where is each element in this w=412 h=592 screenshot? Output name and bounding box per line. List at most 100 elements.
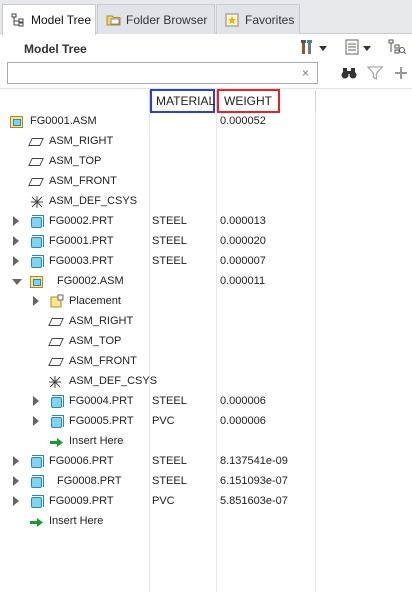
search-row: ×: [0, 60, 412, 86]
assembly-icon: [9, 114, 25, 130]
tab-folder-browser[interactable]: Folder Browser: [97, 4, 215, 34]
tree-row[interactable]: Placement: [0, 292, 412, 312]
item-label: ASM_TOP: [49, 155, 102, 167]
tree-row[interactable]: ASM_TOP: [0, 332, 412, 352]
coordinate-system-icon: [29, 194, 45, 210]
tree-row[interactable]: FG0006.PRT STEEL 8.137541e-09: [0, 452, 412, 472]
model-tree-icon: [11, 13, 25, 27]
collapse-arrow-icon[interactable]: [12, 279, 22, 285]
tree-row[interactable]: FG0005.PRT PVC 0.000006: [0, 412, 412, 432]
material-cell: STEEL: [152, 235, 187, 247]
settings-button[interactable]: [300, 38, 327, 58]
weight-cell: 0.000020: [220, 235, 266, 247]
tab-label: Folder Browser: [126, 12, 208, 27]
item-label: FG0001.PRT: [49, 235, 114, 247]
tree-row[interactable]: FG0001.ASM 0.000052: [0, 112, 412, 132]
material-column-header[interactable]: MATERIAL: [156, 94, 215, 108]
expand-arrow-icon[interactable]: [33, 296, 39, 306]
item-label: ASM_FRONT: [69, 355, 137, 367]
column-divider[interactable]: [315, 90, 316, 112]
tree-row[interactable]: FG0009.PRT PVC 5.851603e-07: [0, 492, 412, 512]
binoculars-icon[interactable]: [340, 64, 358, 82]
tree-row[interactable]: FG0008.PRT STEEL 6.151093e-07: [0, 472, 412, 492]
insert-arrow-icon: [50, 434, 66, 450]
datum-plane-icon: [28, 134, 45, 150]
item-label: FG0009.PRT: [49, 495, 114, 507]
column-header: MATERIAL WEIGHT: [0, 89, 412, 113]
tree-row[interactable]: FG0002.PRT STEEL 0.000013: [0, 212, 412, 232]
item-label: FG0008.PRT: [57, 475, 122, 487]
weight-cell: 0.000011: [220, 275, 266, 287]
tree-row[interactable]: FG0003.PRT STEEL 0.000007: [0, 252, 412, 272]
material-cell: STEEL: [152, 255, 187, 267]
folder-icon: [106, 13, 121, 27]
datum-plane-icon: [48, 334, 65, 350]
item-label: FG0001.ASM: [30, 115, 97, 127]
tab-label: Favorites: [245, 12, 295, 27]
part-icon: [29, 214, 45, 230]
expand-arrow-icon[interactable]: [33, 396, 39, 406]
expand-arrow-icon[interactable]: [13, 456, 19, 466]
tree-row[interactable]: ASM_FRONT: [0, 352, 412, 372]
weight-cell: 0.000006: [220, 395, 266, 407]
insert-arrow-icon: [30, 514, 46, 530]
tab-favorites[interactable]: Favorites: [216, 4, 300, 34]
tree-row[interactable]: FG0002.ASM 0.000011: [0, 272, 412, 292]
item-label: FG0002.ASM: [57, 275, 124, 287]
datum-plane-icon: [48, 314, 65, 330]
assembly-icon: [29, 274, 45, 290]
tree-row[interactable]: Insert Here: [0, 432, 412, 452]
material-cell: STEEL: [152, 395, 187, 407]
panel-title: Model Tree: [24, 42, 87, 56]
expand-arrow-icon[interactable]: [33, 416, 39, 426]
material-cell: STEEL: [152, 475, 187, 487]
show-button[interactable]: [344, 38, 371, 58]
part-icon: [29, 454, 45, 470]
layout-button[interactable]: [388, 38, 406, 58]
part-icon: [29, 494, 45, 510]
tree-row[interactable]: ASM_RIGHT: [0, 312, 412, 332]
expand-arrow-icon[interactable]: [13, 256, 19, 266]
datum-plane-icon: [28, 154, 45, 170]
tab-model-tree[interactable]: Model Tree: [2, 4, 96, 35]
favorites-icon: [225, 13, 239, 27]
tree-row[interactable]: ASM_RIGHT: [0, 132, 412, 152]
weight-cell: 0.000052: [220, 115, 266, 127]
model-tree: FG0001.ASM 0.000052 ASM_RIGHT ASM_TOP AS…: [0, 112, 412, 592]
expand-arrow-icon[interactable]: [13, 216, 19, 226]
weight-column-header[interactable]: WEIGHT: [224, 94, 272, 108]
tree-row[interactable]: ASM_TOP: [0, 152, 412, 172]
item-label: Insert Here: [69, 435, 124, 447]
placement-icon: [49, 294, 65, 310]
panel-header: Model Tree: [0, 34, 412, 60]
part-icon: [29, 234, 45, 250]
expand-arrow-icon[interactable]: [13, 236, 19, 246]
tab-label: Model Tree: [31, 13, 92, 27]
search-input[interactable]: [7, 62, 318, 84]
item-label: Placement: [69, 295, 121, 307]
chevron-down-icon: [319, 45, 327, 51]
tree-row[interactable]: ASM_DEF_CSYS: [0, 192, 412, 212]
add-icon[interactable]: [392, 64, 410, 82]
item-label: ASM_RIGHT: [69, 315, 134, 327]
tree-row[interactable]: FG0004.PRT STEEL 0.000006: [0, 392, 412, 412]
part-icon: [49, 394, 65, 410]
tab-bar: Model Tree Folder Browser Favorites: [0, 0, 412, 35]
weight-cell: 8.137541e-09: [220, 455, 288, 467]
clear-search-icon[interactable]: ×: [302, 66, 309, 80]
chevron-down-icon: [363, 45, 371, 51]
tree-row[interactable]: FG0001.PRT STEEL 0.000020: [0, 232, 412, 252]
tree-row[interactable]: Insert Here: [0, 512, 412, 532]
material-cell: STEEL: [152, 455, 187, 467]
filter-icon[interactable]: [366, 64, 384, 82]
material-cell: STEEL: [152, 215, 187, 227]
expand-arrow-icon[interactable]: [13, 496, 19, 506]
material-cell: PVC: [152, 415, 175, 427]
tree-row[interactable]: ASM_FRONT: [0, 172, 412, 192]
expand-arrow-icon[interactable]: [13, 476, 19, 486]
show-icon: [344, 39, 360, 58]
weight-cell: 6.151093e-07: [220, 475, 288, 487]
item-label: ASM_DEF_CSYS: [49, 195, 138, 207]
item-label: FG0003.PRT: [49, 255, 114, 267]
tree-row[interactable]: ASM_DEF_CSYS: [0, 372, 412, 392]
